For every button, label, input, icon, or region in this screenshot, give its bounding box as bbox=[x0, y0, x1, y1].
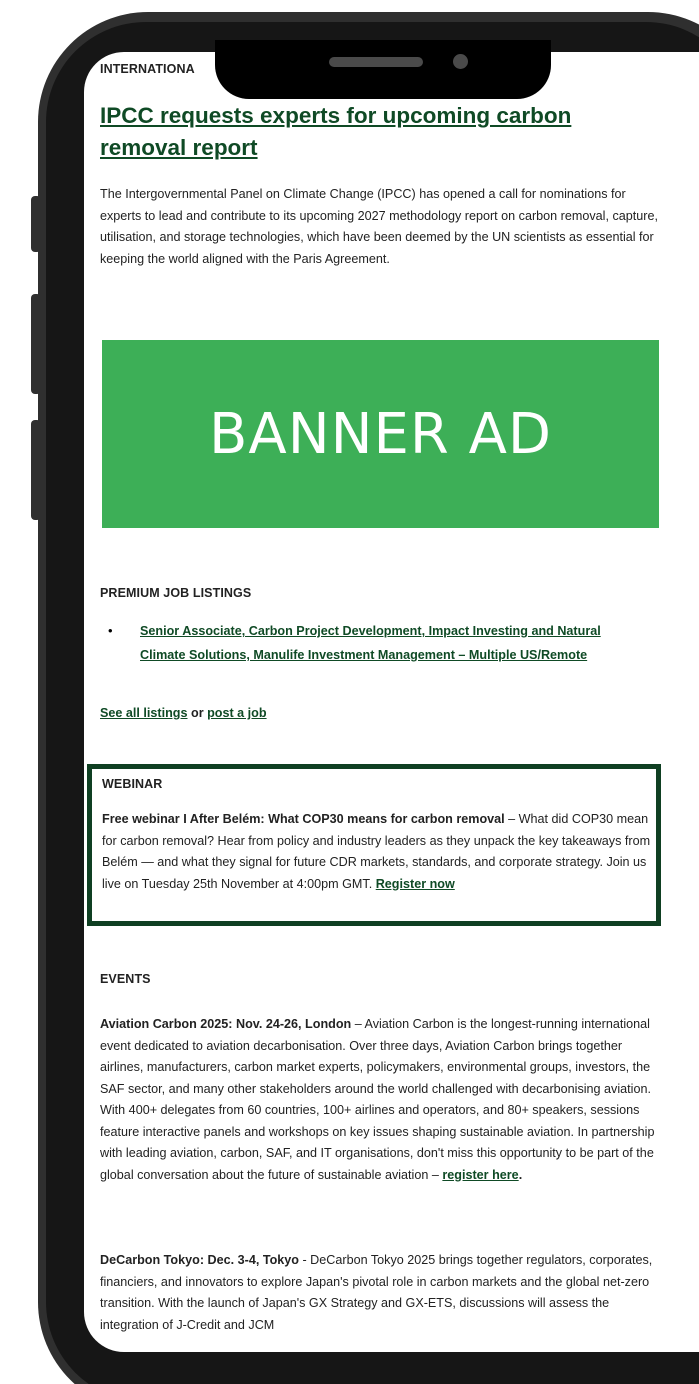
job-listing-link[interactable]: Senior Associate, Carbon Project Develop… bbox=[140, 624, 601, 662]
event-body: – Aviation Carbon is the longest-running… bbox=[100, 1017, 655, 1182]
jobs-footer: See all listings or post a job bbox=[100, 703, 267, 725]
headline-link[interactable]: IPCC requests experts for upcoming carbo… bbox=[100, 100, 640, 164]
see-all-listings-link[interactable]: See all listings bbox=[100, 706, 188, 720]
post-a-job-link[interactable]: post a job bbox=[207, 706, 266, 720]
section-divider: ________________ bbox=[292, 934, 466, 948]
phone-screen[interactable]: INTERNATIONA IPCC requests experts for u… bbox=[84, 52, 699, 1352]
event-title: DeCarbon Tokyo: Dec. 3-4, Tokyo bbox=[100, 1253, 299, 1267]
list-item: • Senior Associate, Carbon Project Devel… bbox=[108, 619, 648, 667]
intro-paragraph: The Intergovernmental Panel on Climate C… bbox=[100, 187, 658, 266]
job-list: • Senior Associate, Carbon Project Devel… bbox=[108, 619, 648, 667]
section-divider: ________________ bbox=[292, 738, 466, 752]
register-now-link[interactable]: Register now bbox=[376, 877, 455, 891]
event-title: Aviation Carbon 2025: Nov. 24-26, London bbox=[100, 1017, 352, 1031]
section-label-events: EVENTS bbox=[100, 972, 151, 986]
webinar-title: Free webinar I After Belém: What COP30 m… bbox=[102, 812, 505, 826]
webinar-paragraph: Free webinar I After Belém: What COP30 m… bbox=[102, 809, 654, 895]
camera-icon bbox=[453, 54, 468, 69]
section-label-webinar: WEBINAR bbox=[102, 777, 163, 791]
banner-ad[interactable]: BANNER AD bbox=[102, 340, 659, 528]
event-item: Aviation Carbon 2025: Nov. 24-26, London… bbox=[100, 1014, 660, 1186]
webinar-box: WEBINAR Free webinar I After Belém: What… bbox=[87, 764, 661, 926]
section-divider: ________________ bbox=[292, 548, 466, 562]
bullet-icon: • bbox=[108, 623, 113, 638]
webinar-content: WEBINAR Free webinar I After Belém: What… bbox=[102, 777, 654, 895]
register-here-link[interactable]: register here bbox=[442, 1168, 518, 1182]
phone-mockup: INTERNATIONA IPCC requests experts for u… bbox=[0, 0, 699, 1384]
section-divider: ________________ bbox=[292, 304, 466, 318]
section-label-international: INTERNATIONA bbox=[100, 62, 195, 76]
event-tail: . bbox=[518, 1167, 523, 1182]
section-label-jobs: PREMIUM JOB LISTINGS bbox=[100, 586, 252, 600]
phone-notch bbox=[215, 40, 551, 99]
speaker-icon bbox=[329, 57, 423, 67]
jobs-or-text: or bbox=[187, 706, 208, 720]
event-item: DeCarbon Tokyo: Dec. 3-4, Tokyo - DeCarb… bbox=[100, 1250, 660, 1336]
